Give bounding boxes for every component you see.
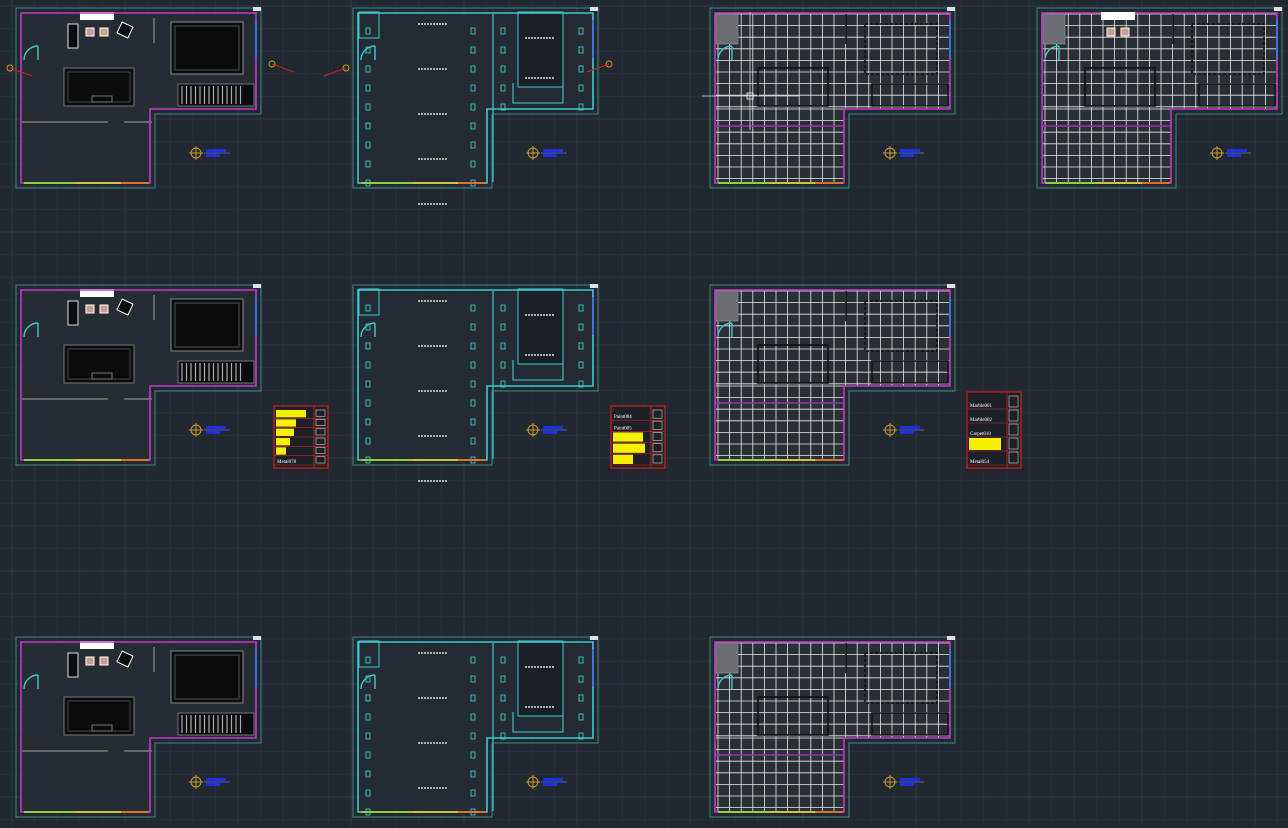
view-tag	[543, 778, 563, 781]
sheet-furniture-2	[15, 284, 262, 466]
section-line	[323, 67, 347, 77]
hatch-area	[715, 642, 739, 674]
cushion	[85, 27, 95, 37]
legend-swatch	[613, 454, 633, 464]
corner-marker	[253, 636, 261, 640]
legend-swatch	[969, 438, 1001, 450]
armchair	[67, 652, 79, 678]
corner-marker	[590, 284, 598, 288]
ceiling-recess	[517, 288, 564, 365]
floor-fill	[715, 642, 950, 812]
sofa	[1101, 12, 1135, 20]
legend-swatch	[276, 428, 294, 436]
view-tag	[206, 154, 220, 157]
corner-marker	[590, 636, 598, 640]
model-space-canvas[interactable]: Metal078Paint004Paint005Marble001Marble0…	[0, 0, 1288, 828]
legend-furniture: Metal078	[273, 405, 329, 469]
legend-label: Metal078	[277, 460, 297, 465]
view-tag	[206, 149, 226, 152]
legend-label: Marble002	[970, 418, 992, 423]
view-tag	[543, 154, 557, 157]
view-tag	[543, 426, 563, 429]
legend-label: Carpet010	[970, 432, 991, 437]
bookshelf	[177, 712, 255, 736]
corner-marker	[253, 7, 261, 11]
rug	[170, 650, 244, 704]
sheet-floor-2	[709, 284, 956, 466]
view-tag	[900, 431, 914, 434]
legend-label: Metal054	[970, 460, 990, 465]
view-tag	[900, 149, 920, 152]
corner-marker	[947, 636, 955, 640]
armchair	[67, 23, 79, 49]
sheet-furniture-3	[15, 636, 262, 818]
corner-marker	[253, 284, 261, 288]
hatch-area	[1042, 13, 1066, 45]
legend-swatch	[276, 438, 290, 446]
sheet-ceiling-2	[352, 284, 599, 482]
view-tag	[543, 149, 563, 152]
bench	[91, 724, 113, 732]
view-tag	[900, 154, 914, 157]
bench	[91, 372, 113, 380]
legend-floor: Marble001 Marble002 Carpet010 Metal054	[966, 391, 1022, 469]
floor-fill	[1042, 13, 1277, 183]
view-tag	[206, 783, 220, 786]
bookshelf-frame	[177, 360, 255, 384]
hatch-area	[715, 13, 739, 45]
sheet-furniture-1	[15, 7, 262, 189]
corner-marker	[590, 7, 598, 11]
corner-marker	[1274, 7, 1282, 11]
hatch-area	[715, 290, 739, 322]
cushion	[1120, 27, 1130, 37]
legend-swatch	[276, 447, 286, 455]
floor-fill	[715, 290, 950, 460]
view-tag	[900, 426, 920, 429]
ceiling-recess	[517, 11, 564, 88]
sheet-floor-3	[709, 636, 956, 818]
cushion	[99, 304, 109, 314]
sheet-floor-furniture-1	[1036, 7, 1283, 189]
ceiling-recess	[517, 640, 564, 717]
rug	[170, 298, 244, 352]
view-tag	[900, 778, 920, 781]
corner-marker	[947, 284, 955, 288]
view-tag	[1227, 149, 1247, 152]
view-tag	[1227, 154, 1241, 157]
view-tag	[206, 778, 226, 781]
view-tag	[206, 426, 226, 429]
legend-swatch	[613, 443, 645, 453]
legend-ceiling: Paint004 Paint005	[610, 405, 666, 469]
cushion	[99, 656, 109, 666]
view-tag	[543, 783, 557, 786]
cushion	[1106, 27, 1116, 37]
legend-label: Marble001	[970, 404, 992, 409]
legend-label: Paint005	[614, 426, 632, 431]
armchair	[67, 300, 79, 326]
sheet-ceiling-3	[352, 636, 599, 818]
bench	[91, 95, 113, 103]
sheet-ceiling-1	[352, 7, 599, 205]
bookshelf	[177, 83, 255, 107]
cushion	[85, 656, 95, 666]
bookshelf-frame	[177, 83, 255, 107]
view-tag	[543, 431, 557, 434]
cushion	[85, 304, 95, 314]
view-tag	[206, 431, 220, 434]
corner-marker	[947, 7, 955, 11]
legend-swatch	[276, 410, 306, 418]
cushion	[99, 27, 109, 37]
legend-label: Paint004	[614, 415, 632, 420]
bookshelf	[177, 360, 255, 384]
view-tag	[900, 783, 914, 786]
legend-swatch	[276, 419, 296, 427]
legend-swatch	[613, 432, 643, 442]
rug	[170, 21, 244, 75]
bookshelf-frame	[177, 712, 255, 736]
